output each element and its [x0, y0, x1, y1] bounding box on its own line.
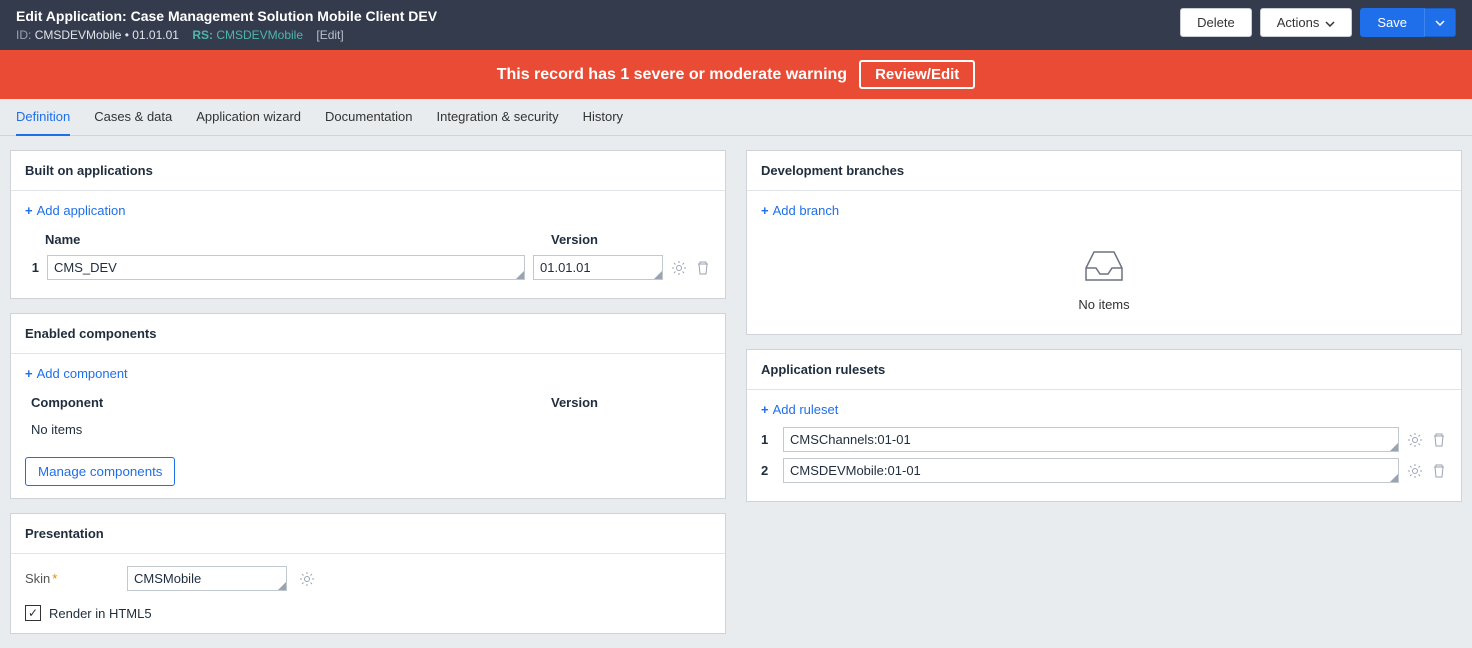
add-branch-label: Add branch: [773, 203, 840, 218]
presentation-title: Presentation: [11, 514, 725, 554]
render-html5-checkbox[interactable]: ✓: [25, 605, 41, 621]
comp-col: Component: [31, 395, 551, 410]
add-application-label: Add application: [37, 203, 126, 218]
add-component-link[interactable]: + Add component: [25, 366, 128, 381]
built-name-col: Name: [45, 232, 551, 247]
gear-icon[interactable]: [671, 260, 687, 276]
add-application-link[interactable]: + Add application: [25, 203, 126, 218]
id-label: ID:: [16, 28, 31, 42]
chevron-down-icon: [1325, 15, 1335, 30]
skin-input[interactable]: CMSMobile: [127, 566, 287, 591]
tab-bar: Definition Cases & data Application wiza…: [0, 99, 1472, 136]
components-panel: Enabled components + Add component Compo…: [10, 313, 726, 499]
built-row: 1 CMS_DEV 01.01.01: [25, 255, 711, 280]
branches-empty: No items: [761, 297, 1447, 312]
built-name-input[interactable]: CMS_DEV: [47, 255, 525, 280]
trash-icon[interactable]: [695, 260, 711, 276]
ruleset-idx: 2: [761, 463, 775, 478]
built-on-title: Built on applications: [11, 151, 725, 191]
built-version-input[interactable]: 01.01.01: [533, 255, 663, 280]
trash-icon[interactable]: [1431, 463, 1447, 479]
rulesets-title: Application rulesets: [747, 350, 1461, 390]
page-title: Edit Application: Case Management Soluti…: [16, 8, 437, 24]
tab-history[interactable]: History: [583, 109, 623, 135]
built-ver-col: Version: [551, 232, 711, 247]
id-value: CMSDEVMobile • 01.01.01: [35, 28, 179, 42]
inbox-icon: [761, 248, 1447, 287]
ruleset-row: 2 CMSDEVMobile:01-01: [761, 458, 1447, 483]
tab-cases[interactable]: Cases & data: [94, 109, 172, 135]
save-button[interactable]: Save: [1360, 8, 1424, 37]
app-header: Edit Application: Case Management Soluti…: [0, 0, 1472, 50]
gear-icon[interactable]: [299, 571, 315, 587]
add-ruleset-label: Add ruleset: [773, 402, 839, 417]
branches-title: Development branches: [747, 151, 1461, 191]
plus-icon: +: [761, 203, 769, 218]
ruleset-row: 1 CMSChannels:01-01: [761, 427, 1447, 452]
built-row-idx: 1: [25, 260, 39, 275]
add-branch-link[interactable]: + Add branch: [761, 203, 839, 218]
edit-link[interactable]: [Edit]: [316, 28, 343, 42]
plus-icon: +: [25, 366, 33, 381]
add-ruleset-link[interactable]: + Add ruleset: [761, 402, 838, 417]
plus-icon: +: [25, 203, 33, 218]
actions-label: Actions: [1277, 15, 1320, 30]
header-meta: ID: CMSDEVMobile • 01.01.01 RS: CMSDEVMo…: [16, 28, 437, 42]
warning-text: This record has 1 severe or moderate war…: [497, 66, 847, 84]
warning-bar: This record has 1 severe or moderate war…: [0, 50, 1472, 99]
rs-value: CMSDEVMobile: [216, 28, 303, 42]
review-edit-button[interactable]: Review/Edit: [859, 60, 975, 89]
manage-components-button[interactable]: Manage components: [25, 457, 175, 486]
comp-ver-col: Version: [551, 395, 711, 410]
tab-definition[interactable]: Definition: [16, 109, 70, 136]
rulesets-panel: Application rulesets + Add ruleset 1 CMS…: [746, 349, 1462, 502]
ruleset-input[interactable]: CMSChannels:01-01: [783, 427, 1399, 452]
components-title: Enabled components: [11, 314, 725, 354]
tab-security[interactable]: Integration & security: [436, 109, 558, 135]
delete-button[interactable]: Delete: [1180, 8, 1252, 37]
presentation-panel: Presentation Skin CMSMobile ✓ Render in …: [10, 513, 726, 634]
gear-icon[interactable]: [1407, 463, 1423, 479]
tab-docs[interactable]: Documentation: [325, 109, 412, 135]
ruleset-input[interactable]: CMSDEVMobile:01-01: [783, 458, 1399, 483]
components-empty: No items: [25, 418, 711, 451]
built-on-panel: Built on applications + Add application …: [10, 150, 726, 299]
branches-panel: Development branches + Add branch No ite…: [746, 150, 1462, 335]
trash-icon[interactable]: [1431, 432, 1447, 448]
ruleset-idx: 1: [761, 432, 775, 447]
save-dropdown[interactable]: [1424, 8, 1456, 37]
actions-button[interactable]: Actions: [1260, 8, 1353, 37]
add-component-label: Add component: [37, 366, 128, 381]
rs-label: RS:: [192, 28, 213, 42]
tab-wizard[interactable]: Application wizard: [196, 109, 301, 135]
render-html5-label: Render in HTML5: [49, 606, 152, 621]
skin-label: Skin: [25, 571, 115, 586]
gear-icon[interactable]: [1407, 432, 1423, 448]
plus-icon: +: [761, 402, 769, 417]
